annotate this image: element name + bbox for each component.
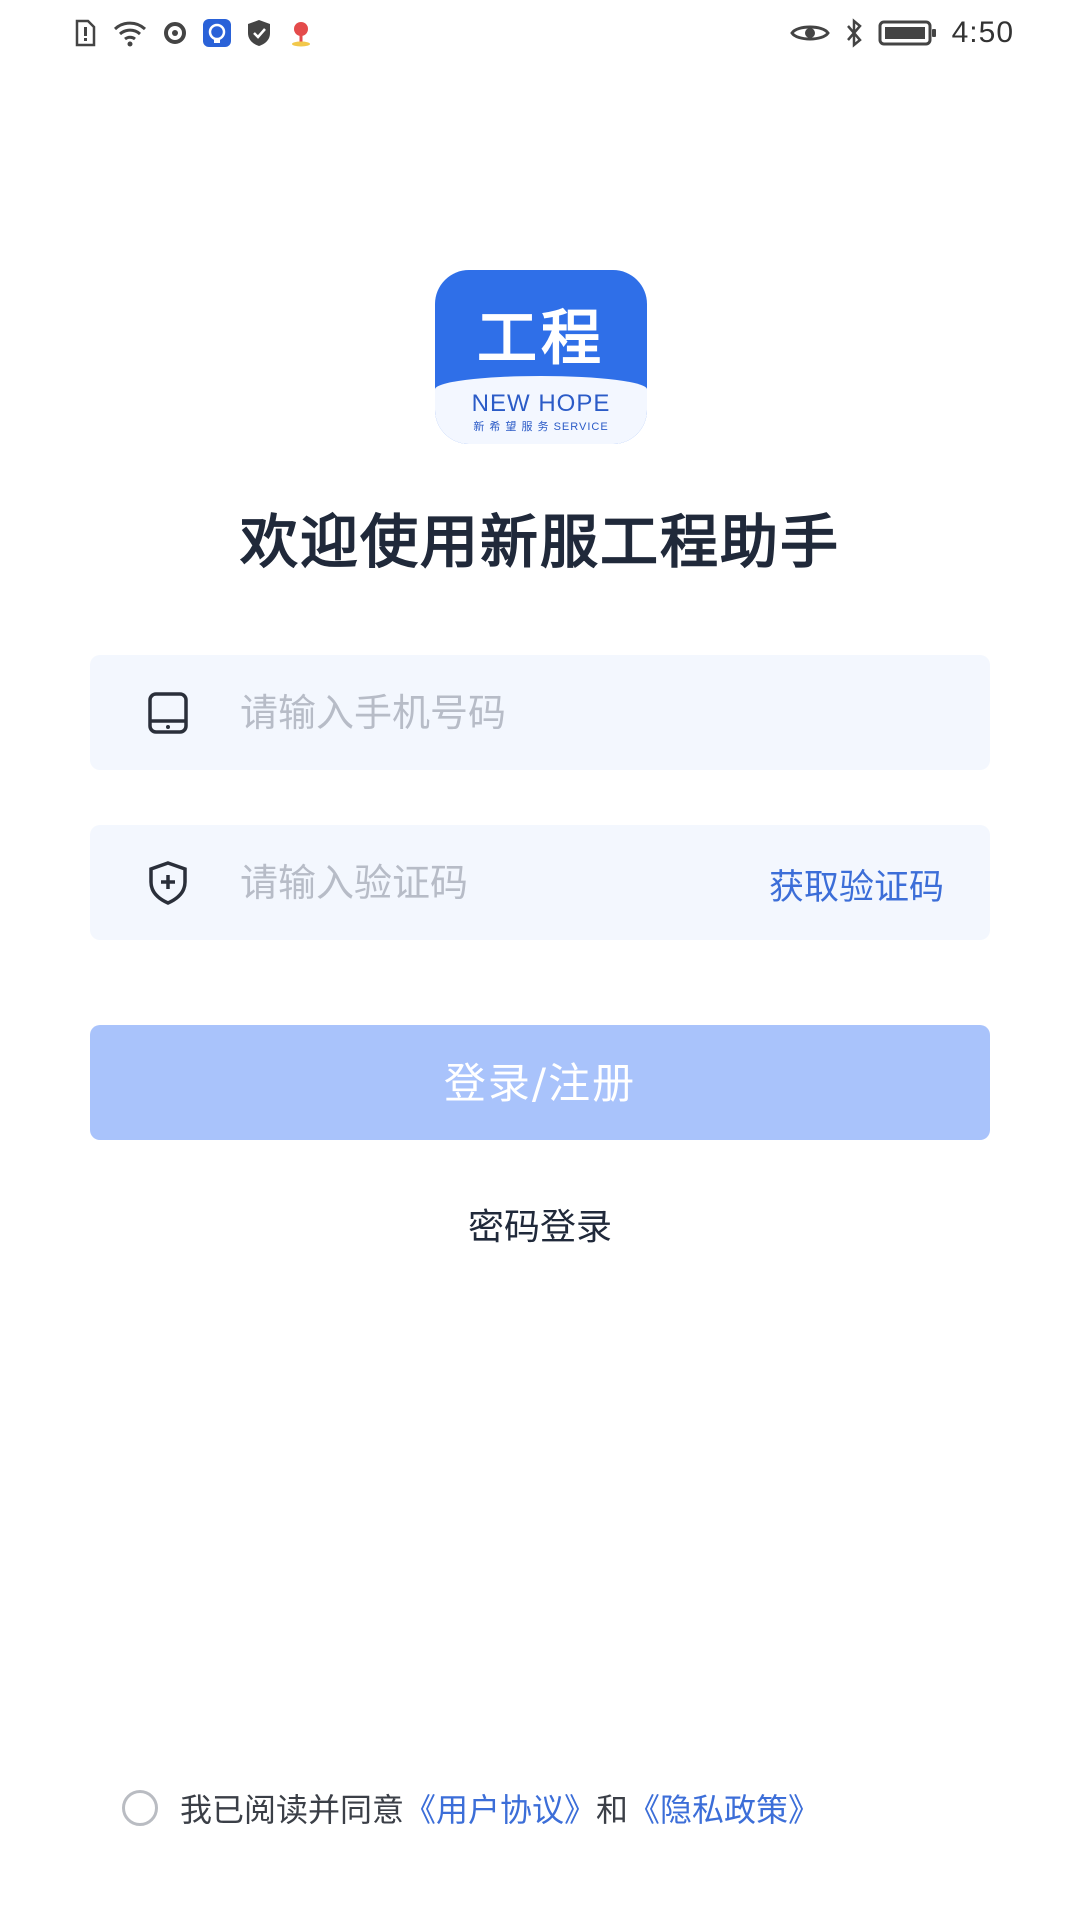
privacy-policy-link[interactable]: 《隐私政策》 <box>628 1785 820 1831</box>
location-app-icon <box>292 22 310 47</box>
agreement-prefix: 我已阅读并同意 <box>180 1791 405 1829</box>
eye-icon <box>789 25 830 41</box>
get-code-button[interactable]: 获取验证码 <box>769 859 944 910</box>
battery-icon <box>878 20 936 46</box>
shield-check-icon <box>248 20 270 46</box>
password-login-link[interactable]: 密码登录 <box>0 1198 1080 1250</box>
security-app-icon <box>203 19 231 47</box>
logo-title: 工程 <box>477 304 605 374</box>
phone-field[interactable] <box>90 655 990 770</box>
bluetooth-icon <box>846 18 862 48</box>
welcome-title: 欢迎使用新服工程助手 <box>239 508 840 576</box>
phone-icon <box>148 692 188 734</box>
status-left-icons <box>70 18 316 48</box>
login-register-button[interactable]: 登录/注册 <box>90 1025 990 1140</box>
sim-alert-icon <box>75 19 96 47</box>
code-field[interactable]: 获取验证码 <box>90 825 990 940</box>
logo-brand: NEW HOPE <box>471 390 611 417</box>
status-bar: 4:50 <box>0 0 1080 76</box>
agreement-row: 我已阅读并同意 《用户协议》 和 《隐私政策》 <box>122 1785 820 1831</box>
phone-input[interactable] <box>238 677 802 749</box>
wifi-icon <box>113 21 147 47</box>
shield-plus-icon <box>149 861 187 905</box>
app-logo: 工程 NEW HOPE 新 希 望 服 务 SERVICE <box>435 270 647 444</box>
agreement-radio[interactable] <box>122 1790 158 1826</box>
code-input[interactable] <box>238 847 802 919</box>
sync-icon <box>164 22 186 44</box>
user-agreement-link[interactable]: 《用户协议》 <box>404 1785 596 1831</box>
logo-subtitle: 新 希 望 服 务 SERVICE <box>473 421 609 433</box>
status-time: 4:50 <box>951 16 1014 49</box>
agreement-and: 和 <box>596 1791 629 1829</box>
status-right-icons: 4:50 <box>789 16 1014 50</box>
